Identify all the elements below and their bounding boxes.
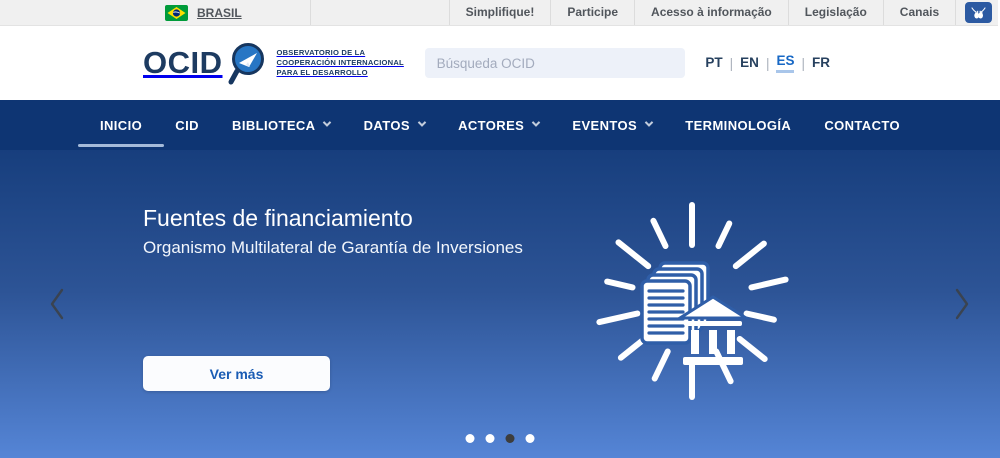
carousel-next-button[interactable]: [950, 285, 974, 325]
topbar-divider: [955, 0, 956, 25]
lang-pt[interactable]: PT: [705, 55, 722, 72]
chevron-down-icon: [645, 118, 653, 126]
hero-subtitle: Organismo Multilateral de Garantía de In…: [143, 238, 523, 258]
topbar-link-canais[interactable]: Canais: [884, 0, 955, 25]
nav-label: ACTORES: [458, 118, 524, 133]
lang-fr[interactable]: FR: [812, 55, 830, 72]
language-switcher: PT | EN | ES | FR: [705, 53, 830, 73]
carousel-dot-4[interactable]: [526, 434, 535, 443]
logo-tagline: OBSERVATORIO DE LA COOPERACIÓN INTERNACI…: [277, 48, 404, 77]
nav-item-cid[interactable]: CID: [175, 118, 199, 133]
carousel-dot-1[interactable]: [466, 434, 475, 443]
nav-item-datos[interactable]: DATOS: [364, 118, 425, 133]
chevron-left-icon: [46, 285, 68, 323]
carousel-dot-3[interactable]: [506, 434, 515, 443]
magnifier-plane-icon: [227, 40, 269, 86]
lang-en[interactable]: EN: [740, 55, 759, 72]
nav-label: DATOS: [364, 118, 410, 133]
nav-label: TERMINOLOGÍA: [685, 118, 791, 133]
site-header: OCID OBSERVATORIO DE LA COOPERACIÓN INTE…: [0, 26, 1000, 100]
lang-es[interactable]: ES: [776, 53, 794, 73]
nav-label: CID: [175, 118, 199, 133]
ver-mas-button[interactable]: Ver más: [143, 356, 330, 391]
vlibras-hands-icon: [970, 6, 987, 20]
logo-tagline-line1: OBSERVATORIO DE LA: [277, 48, 404, 58]
topbar-link-legislacao[interactable]: Legislação: [789, 0, 883, 25]
chevron-down-icon: [418, 118, 426, 126]
nav-label: CONTACTO: [824, 118, 900, 133]
hero-title: Fuentes de financiamiento: [143, 205, 413, 232]
chevron-down-icon: [323, 118, 331, 126]
brasil-gov-link[interactable]: BRASIL: [165, 5, 310, 21]
nav-item-inicio[interactable]: INICIO: [100, 118, 142, 133]
nav-item-biblioteca[interactable]: BIBLIOTECA: [232, 118, 330, 133]
page: BRASIL Simplifique! Participe Acesso à i…: [0, 0, 1000, 458]
lang-separator: |: [801, 56, 805, 71]
carousel-dots: [466, 434, 535, 443]
nav-item-actores[interactable]: ACTORES: [458, 118, 539, 133]
topbar-gray-section: BRASIL Simplifique! Participe Acesso à i…: [0, 0, 998, 26]
nav-item-contacto[interactable]: CONTACTO: [824, 118, 900, 133]
nav-item-terminologia[interactable]: TERMINOLOGÍA: [685, 118, 791, 133]
nav-label: INICIO: [100, 118, 142, 133]
chevron-right-icon: [951, 285, 973, 323]
carousel-dot-2[interactable]: [486, 434, 495, 443]
topbar-link-simplifique[interactable]: Simplifique!: [450, 0, 551, 25]
logo-tagline-line3: PARA EL DESARROLLO: [277, 68, 404, 78]
main-navigation: INICIO CID BIBLIOTECA DATOS ACTORES EVEN…: [0, 100, 1000, 150]
logo-acronym: OCID: [143, 45, 223, 81]
lang-separator: |: [766, 56, 770, 71]
government-topbar: BRASIL Simplifique! Participe Acesso à i…: [0, 0, 1000, 26]
brazil-flag-icon: [165, 5, 188, 21]
ocid-logo[interactable]: OCID OBSERVATORIO DE LA COOPERACIÓN INTE…: [143, 40, 404, 86]
vlibras-accessibility-button[interactable]: [965, 2, 992, 23]
documents-bank-sunburst-icon: [580, 185, 800, 415]
nav-label: BIBLIOTECA: [232, 118, 315, 133]
lang-separator: |: [730, 56, 734, 71]
nav-label: EVENTOS: [572, 118, 637, 133]
topbar-link-participe[interactable]: Participe: [551, 0, 634, 25]
topbar-link-acesso-informacao[interactable]: Acesso à informação: [635, 0, 788, 25]
brasil-label: BRASIL: [197, 6, 242, 20]
carousel-prev-button[interactable]: [45, 285, 69, 325]
chevron-down-icon: [532, 118, 540, 126]
nav-item-eventos[interactable]: EVENTOS: [572, 118, 652, 133]
logo-tagline-line2: COOPERACIÓN INTERNACIONAL: [277, 58, 404, 68]
search-input[interactable]: [425, 48, 685, 78]
topbar-divider: [310, 0, 311, 25]
hero-carousel: Fuentes de financiamiento Organismo Mult…: [0, 150, 1000, 458]
